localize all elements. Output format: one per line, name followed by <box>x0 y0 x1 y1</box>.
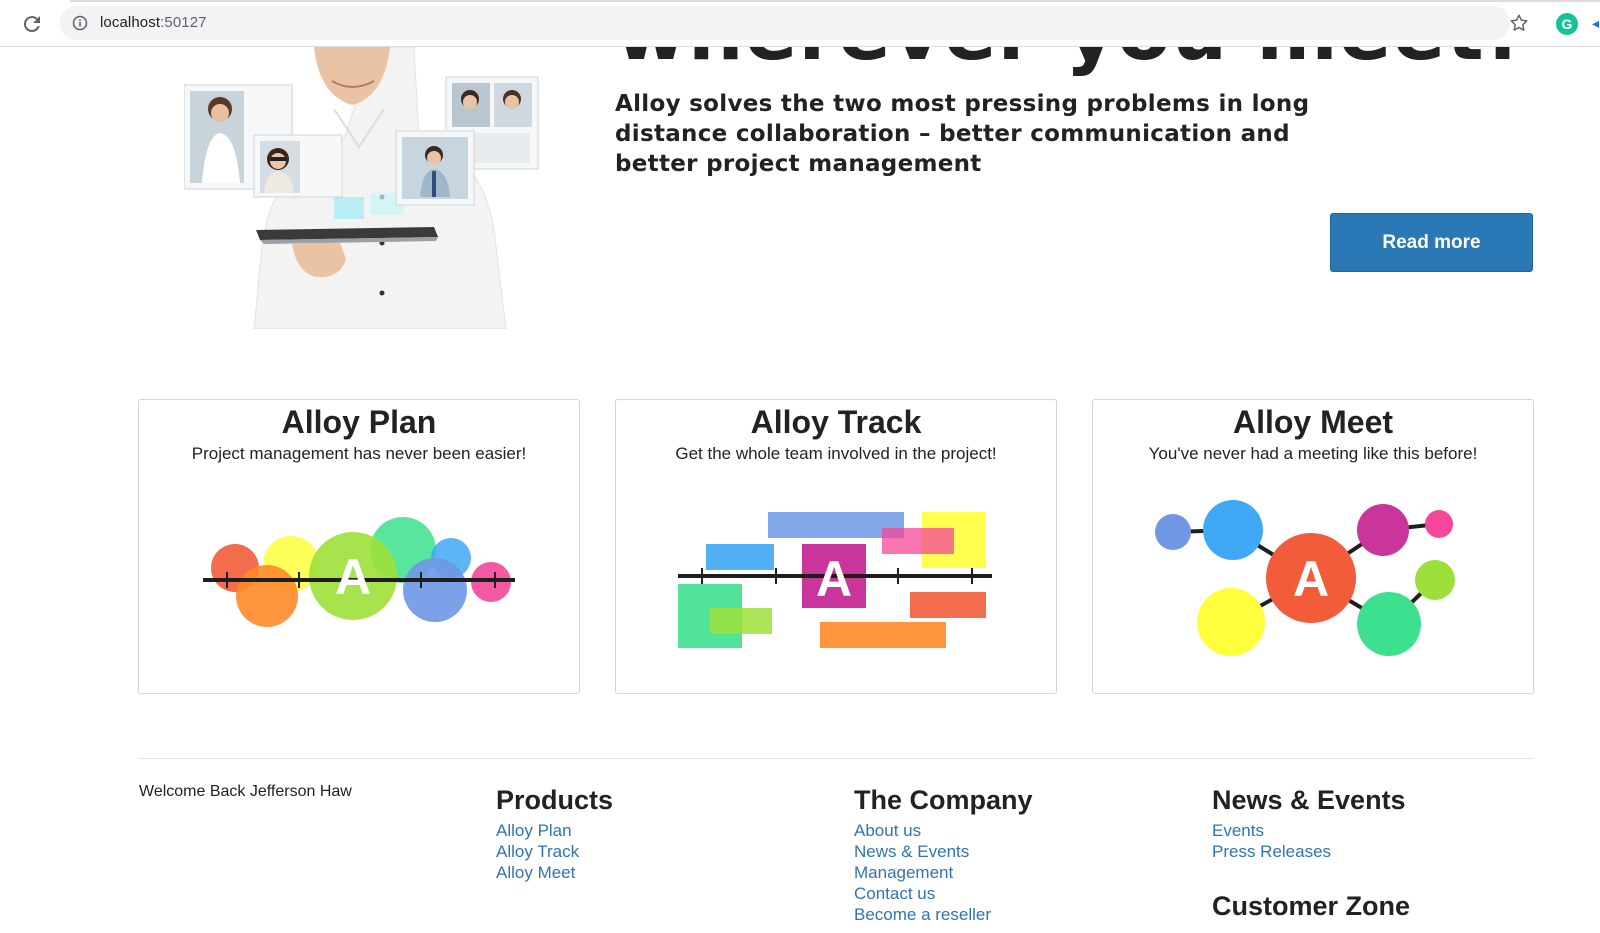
url-text[interactable]: localhost:50127 <box>100 14 207 31</box>
alloy-track-logo-icon[interactable]: A <box>616 500 1058 695</box>
browser-toolbar: localhost:50127 G ◂ <box>0 0 1600 47</box>
footer-column-products: Products Alloy Plan Alloy Track Alloy Me… <box>496 784 613 883</box>
logo-letter: A <box>816 551 852 607</box>
footer-heading-customer-zone: Customer Zone <box>1212 891 1411 921</box>
product-card-alloy-meet[interactable]: Alloy Meet You've never had a meeting li… <box>1092 399 1534 694</box>
footer-link-about-us[interactable]: About us <box>854 820 1033 841</box>
footer-column-news-events: News & Events Events Press Releases Cust… <box>1212 784 1410 926</box>
read-more-button[interactable]: Read more <box>1330 213 1533 272</box>
footer-divider <box>138 758 1533 759</box>
footer-heading: News & Events <box>1212 785 1406 815</box>
footer-link-become-reseller[interactable]: Become a reseller <box>854 904 1033 925</box>
url-host: localhost <box>100 14 161 31</box>
footer-link-alloy-track[interactable]: Alloy Track <box>496 841 613 862</box>
footer-column-the-company: The Company About us News & Events Manag… <box>854 784 1033 925</box>
logo-letter: A <box>335 549 371 605</box>
product-title[interactable]: Alloy Track <box>616 402 1056 442</box>
alloy-plan-logo-icon[interactable]: A <box>139 500 581 695</box>
extension-arrow-icon[interactable]: ◂ <box>1592 15 1600 31</box>
footer-link-contact-us[interactable]: Contact us <box>854 883 1033 904</box>
site-info-icon[interactable] <box>72 15 88 31</box>
product-card-alloy-plan[interactable]: Alloy Plan Project management has never … <box>138 399 580 694</box>
welcome-message: Welcome Back Jefferson Haw <box>139 783 352 800</box>
bookmark-star-icon[interactable] <box>1508 12 1530 34</box>
page-load-progress <box>70 0 1600 2</box>
footer-link-alloy-plan[interactable]: Alloy Plan <box>496 820 613 841</box>
footer-link-events[interactable]: Events <box>1212 820 1410 841</box>
alloy-meet-logo-icon[interactable]: A <box>1093 500 1535 695</box>
grammarly-extension-icon[interactable]: G <box>1556 13 1578 35</box>
product-title[interactable]: Alloy Plan <box>139 402 579 442</box>
product-description: You've never had a meeting like this bef… <box>1148 444 1478 463</box>
url-port: :50127 <box>160 14 207 31</box>
reload-icon[interactable] <box>20 12 44 36</box>
footer-link-alloy-meet[interactable]: Alloy Meet <box>496 862 613 883</box>
footer-heading: Products <box>496 785 614 815</box>
product-card-alloy-track[interactable]: Alloy Track Get the whole team involved … <box>615 399 1057 694</box>
product-title[interactable]: Alloy Meet <box>1093 402 1533 442</box>
hero-subheading: Alloy solves the two most pressing probl… <box>615 91 1310 177</box>
footer-link-press-releases[interactable]: Press Releases <box>1212 841 1410 862</box>
logo-letter: A <box>1293 551 1329 607</box>
footer-link-management[interactable]: Management <box>854 862 1033 883</box>
product-description: Get the whole team involved in the proje… <box>675 444 997 463</box>
footer-heading: The Company <box>854 785 1033 815</box>
hero-image <box>184 47 539 329</box>
address-bar[interactable]: localhost:50127 <box>60 6 1510 40</box>
footer-link-news-events[interactable]: News & Events <box>854 841 1033 862</box>
product-description: Project management has never been easier… <box>191 444 527 463</box>
